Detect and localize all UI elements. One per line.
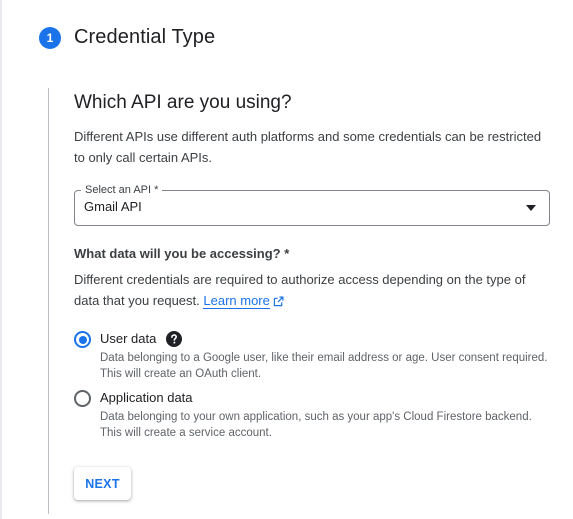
step-content: Which API are you using? Different APIs … bbox=[74, 90, 552, 500]
user-data-text: User data Data belonging to a Google use… bbox=[100, 330, 552, 382]
user-data-description: Data belonging to a Google user, like th… bbox=[100, 352, 548, 380]
step-title: Credential Type bbox=[74, 26, 216, 48]
api-select-label: Select an API * bbox=[81, 182, 163, 198]
data-section-description: Different credentials are required to au… bbox=[74, 269, 544, 313]
help-icon[interactable] bbox=[166, 330, 183, 347]
user-data-radio[interactable] bbox=[74, 331, 91, 348]
application-data-label-row: Application data bbox=[100, 389, 552, 406]
learn-more-label: Learn more bbox=[203, 293, 270, 308]
learn-more-link[interactable]: Learn more bbox=[203, 293, 270, 309]
dropdown-arrow-icon bbox=[526, 205, 536, 211]
external-link-icon bbox=[273, 292, 284, 313]
api-select[interactable]: Select an API * Gmail API bbox=[74, 182, 550, 226]
user-data-label-row: User data bbox=[100, 330, 552, 347]
step-header: 1 Credential Type bbox=[39, 26, 215, 49]
api-section-heading: Which API are you using? bbox=[74, 92, 292, 113]
application-data-description: Data belonging to your own application, … bbox=[100, 411, 532, 439]
step-number-badge: 1 bbox=[39, 26, 61, 49]
step-connector-line bbox=[48, 88, 49, 514]
api-select-value: Gmail API bbox=[84, 199, 142, 214]
application-data-radio[interactable] bbox=[74, 390, 91, 407]
data-section-description-text: Different credentials are required to au… bbox=[74, 272, 526, 308]
next-button[interactable]: NEXT bbox=[74, 467, 131, 500]
application-data-label: Application data bbox=[100, 390, 193, 405]
panel-border bbox=[0, 0, 2, 519]
data-section-heading: What data will you be accessing? * bbox=[74, 246, 290, 261]
credential-wizard: 1 Credential Type Which API are you usin… bbox=[0, 0, 573, 519]
user-data-label: User data bbox=[100, 331, 157, 346]
radio-option-application-data[interactable]: Application data Data belonging to your … bbox=[74, 389, 552, 441]
application-data-text: Application data Data belonging to your … bbox=[100, 389, 552, 441]
api-section-description: Different APIs use different auth platfo… bbox=[74, 129, 542, 165]
radio-option-user-data[interactable]: User data Data belonging to a Google use… bbox=[74, 330, 552, 382]
